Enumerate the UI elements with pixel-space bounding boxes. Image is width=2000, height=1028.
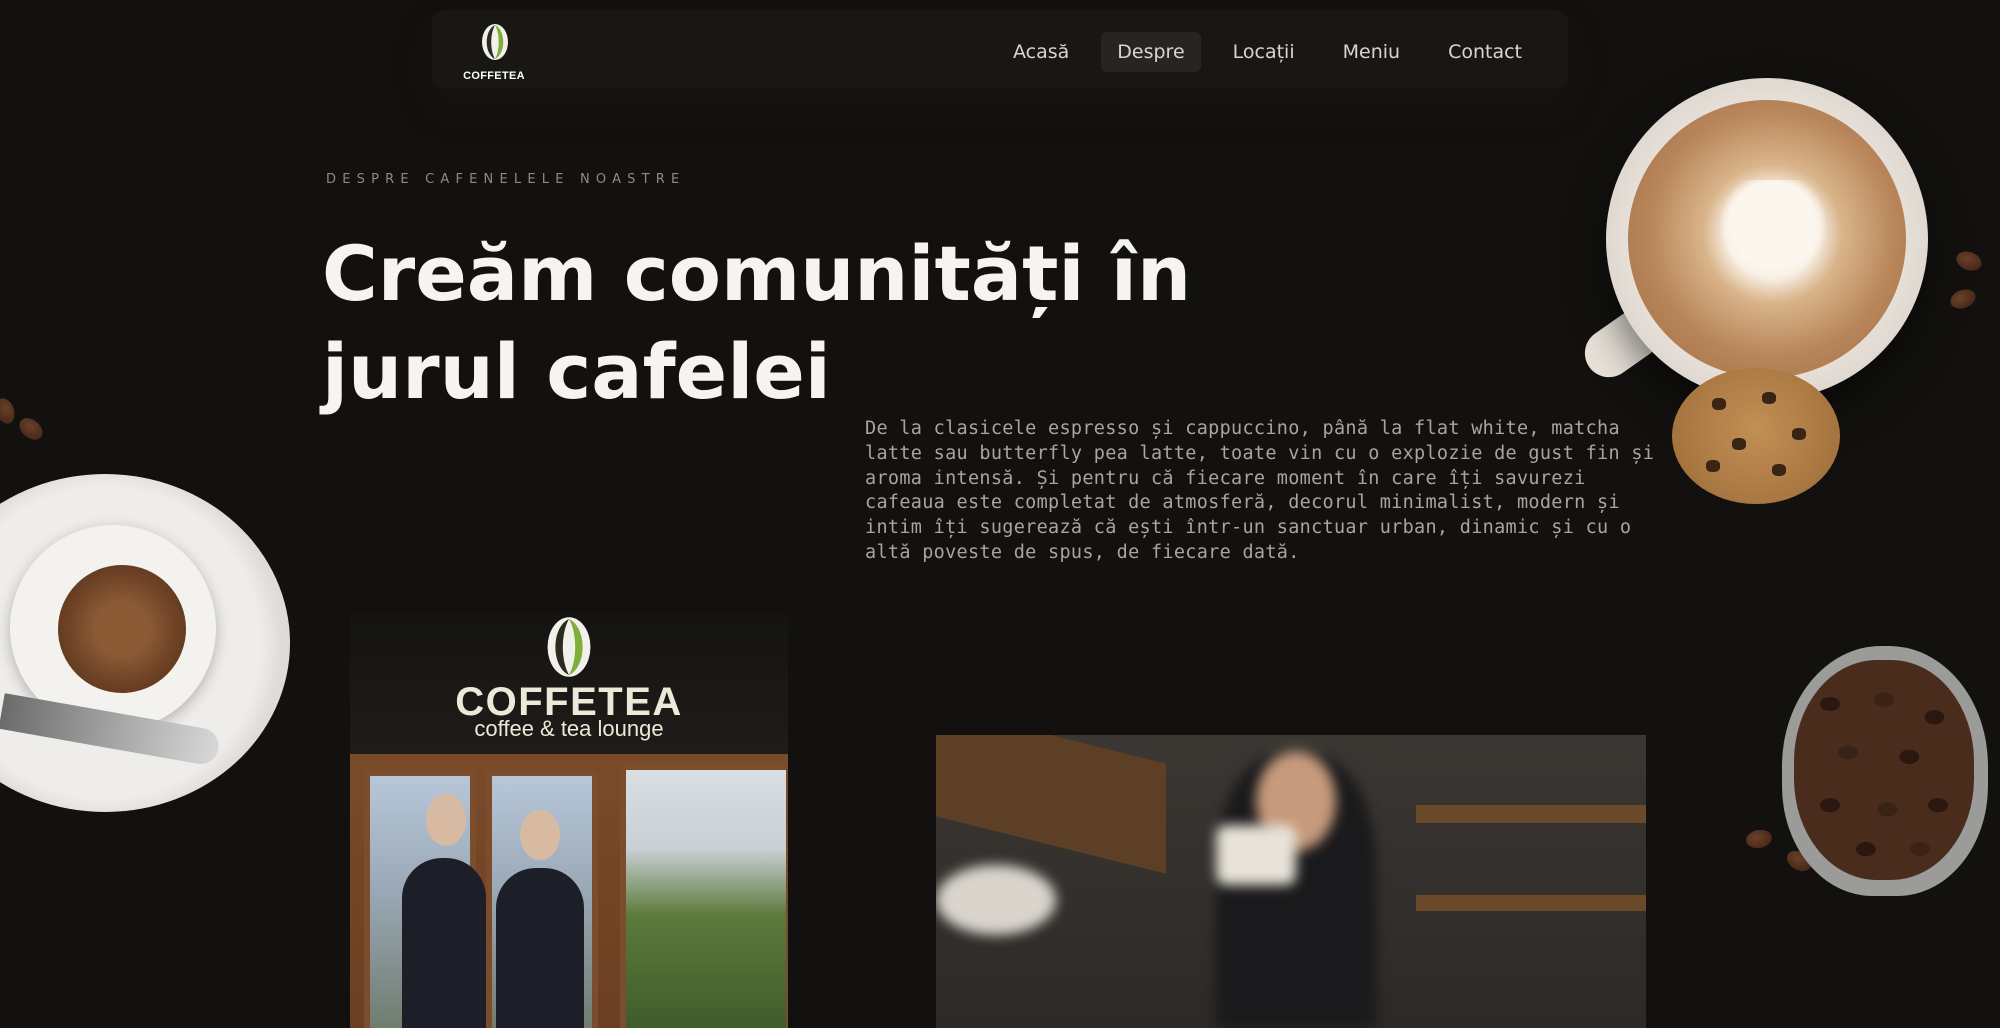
wall-frame — [1216, 825, 1296, 885]
coffee-bean-icon — [480, 22, 510, 66]
store-window — [620, 764, 788, 1028]
hero-description: De la clasicele espresso și cappuccino, … — [865, 418, 1655, 563]
coffee-bean-decoration — [1744, 827, 1774, 851]
coffee-bean-decoration — [15, 413, 47, 445]
person-head — [520, 810, 560, 860]
latte-cup-image — [1606, 78, 1928, 400]
brand-logo[interactable]: COFFETEA — [452, 20, 532, 82]
storefront-photo: COFFETEA coffee & tea lounge — [350, 614, 788, 1028]
espresso-crema — [58, 565, 186, 693]
coffee-bean-decoration — [1947, 286, 1979, 312]
main-nav: Acasă Despre Locații Meniu Contact — [997, 32, 1538, 72]
barista-photo — [936, 735, 1646, 1028]
nav-item-contact[interactable]: Contact — [1432, 32, 1538, 72]
coffee-bean-decoration — [0, 395, 18, 427]
nav-item-locatii[interactable]: Locații — [1217, 32, 1311, 72]
section-eyebrow: DESPRE CAFENELELE NOASTRE — [326, 172, 686, 187]
person-figure — [496, 868, 584, 1028]
coffee-beans-grinder-image — [1782, 646, 1988, 896]
shelf — [1416, 805, 1646, 823]
espresso-machine — [936, 865, 1056, 935]
shelf — [936, 735, 1166, 874]
store-sign-subtitle: coffee & tea lounge — [474, 716, 664, 741]
navbar: COFFETEA Acasă Despre Locații Meniu Cont… — [432, 10, 1568, 88]
coffee-bean-icon — [543, 614, 595, 684]
person-head — [426, 794, 466, 846]
person-figure — [402, 858, 486, 1028]
headline-line-1: Creăm comunități în — [322, 229, 1192, 318]
roasted-beans — [1794, 660, 1974, 880]
logo-text: COFFETEA — [463, 70, 525, 82]
shelf — [1416, 895, 1646, 911]
page-title: Creăm comunități în jurul cafelei — [322, 225, 1222, 421]
nav-item-despre[interactable]: Despre — [1101, 32, 1201, 72]
coffee-bean-decoration — [1953, 248, 1985, 274]
latte-heart — [1718, 180, 1828, 280]
headline-line-2: jurul cafelei — [322, 327, 831, 416]
latte-art — [1628, 100, 1906, 378]
nav-item-meniu[interactable]: Meniu — [1327, 32, 1416, 72]
cookie-image — [1672, 368, 1840, 504]
nav-item-acasa[interactable]: Acasă — [997, 32, 1085, 72]
